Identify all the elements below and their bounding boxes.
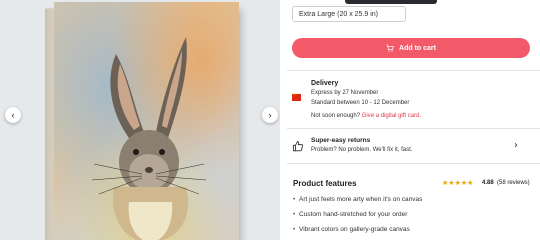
gift-card-link[interactable]: Give a digital gift card. [362, 113, 421, 119]
not-soon-enough-text: Not soon enough? [311, 113, 361, 119]
rating-value: 4.88 [482, 180, 494, 186]
cart-icon [386, 44, 395, 52]
chevron-right-icon: › [268, 109, 272, 120]
feature-item: Vibrant colors on gallery-grade canvas [293, 226, 422, 241]
hare-painting-illustration [54, 2, 239, 240]
divider [287, 128, 540, 129]
delivery-standard: Standard between 10 - 12 December [311, 100, 410, 106]
selected-size-chip-edge[interactable] [345, 0, 437, 4]
chevron-left-icon: ‹ [11, 109, 15, 120]
product-image-hare-painting[interactable] [54, 2, 239, 240]
china-flag-icon [292, 91, 301, 101]
returns-subtitle: Problem? No problem. We'll fix it, fast. [311, 147, 413, 153]
product-features-title: Product features [293, 179, 357, 188]
add-to-cart-button[interactable]: Add to cart [292, 38, 530, 58]
size-option-label: Extra Large (20 x 25.9 in) [299, 11, 378, 18]
star-icon: ★ [467, 179, 474, 187]
review-count-link[interactable]: (58 reviews) [497, 180, 530, 186]
returns-title: Super-easy returns [311, 137, 371, 144]
delivery-express: Express by 27 November [311, 90, 379, 96]
gallery-next-button[interactable]: › [262, 107, 278, 123]
delivery-title: Delivery [311, 80, 339, 87]
rating-stars: ★ ★ ★ ★ ★ [442, 179, 473, 188]
add-to-cart-label: Add to cart [399, 44, 436, 52]
product-gallery: ‹ › [0, 0, 280, 240]
delivery-gift-line: Not soon enough? Give a digital gift car… [311, 113, 421, 119]
thumbs-up-icon [292, 141, 303, 152]
feature-list: Art just feels more arty when it's on ca… [293, 196, 422, 241]
size-option-extra-large[interactable]: Extra Large (20 x 25.9 in) [292, 6, 406, 22]
chevron-right-icon[interactable]: › [514, 140, 518, 151]
gallery-prev-button[interactable]: ‹ [5, 107, 21, 123]
divider [287, 70, 540, 71]
feature-item: Custom hand-stretched for your order [293, 211, 422, 226]
feature-item: Art just feels more arty when it's on ca… [293, 196, 422, 211]
divider [287, 163, 540, 164]
